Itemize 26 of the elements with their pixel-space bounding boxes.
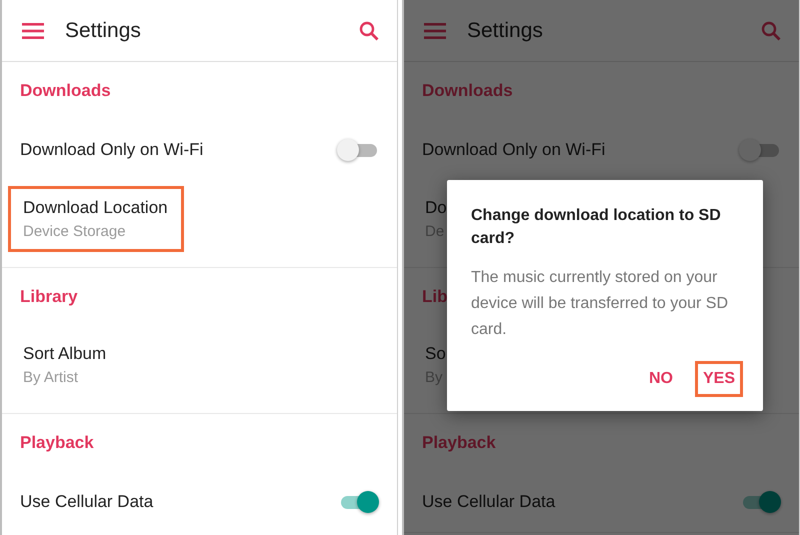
- section-header: Playback: [422, 433, 496, 453]
- menu-icon[interactable]: [424, 22, 446, 38]
- setting-label: Download Only on Wi-Fi: [422, 140, 606, 160]
- section-header: Lib: [422, 287, 448, 307]
- section-header: Downloads: [20, 81, 111, 101]
- setting-label: So: [425, 344, 446, 364]
- setting-label: Use Cellular Data: [20, 492, 154, 512]
- section-header: Playback: [20, 433, 94, 453]
- section-header: Library: [20, 287, 78, 307]
- setting-value: By Artist: [23, 368, 80, 386]
- setting-label: Do: [425, 198, 447, 218]
- setting-label: Sort Album: [23, 344, 106, 364]
- setting-label: Download Location: [23, 198, 168, 218]
- setting-label: Download Only on Wi-Fi: [20, 140, 204, 160]
- toggle-switch[interactable]: [739, 139, 779, 161]
- search-icon[interactable]: [761, 20, 781, 40]
- search-icon[interactable]: [359, 20, 379, 40]
- screen-title: Settings: [65, 18, 142, 42]
- setting-value: Device Storage: [23, 222, 127, 240]
- menu-icon[interactable]: [22, 22, 44, 38]
- setting-label: Use Cellular Data: [422, 492, 556, 512]
- section-header: Downloads: [422, 81, 513, 101]
- dialog-title: Change download location to SD card?: [471, 206, 722, 249]
- screen-title: Settings: [467, 18, 544, 42]
- dialog-message: The music currently stored on your device will be transferred to your SD card.: [471, 268, 729, 340]
- toggle-switch[interactable]: [337, 139, 377, 161]
